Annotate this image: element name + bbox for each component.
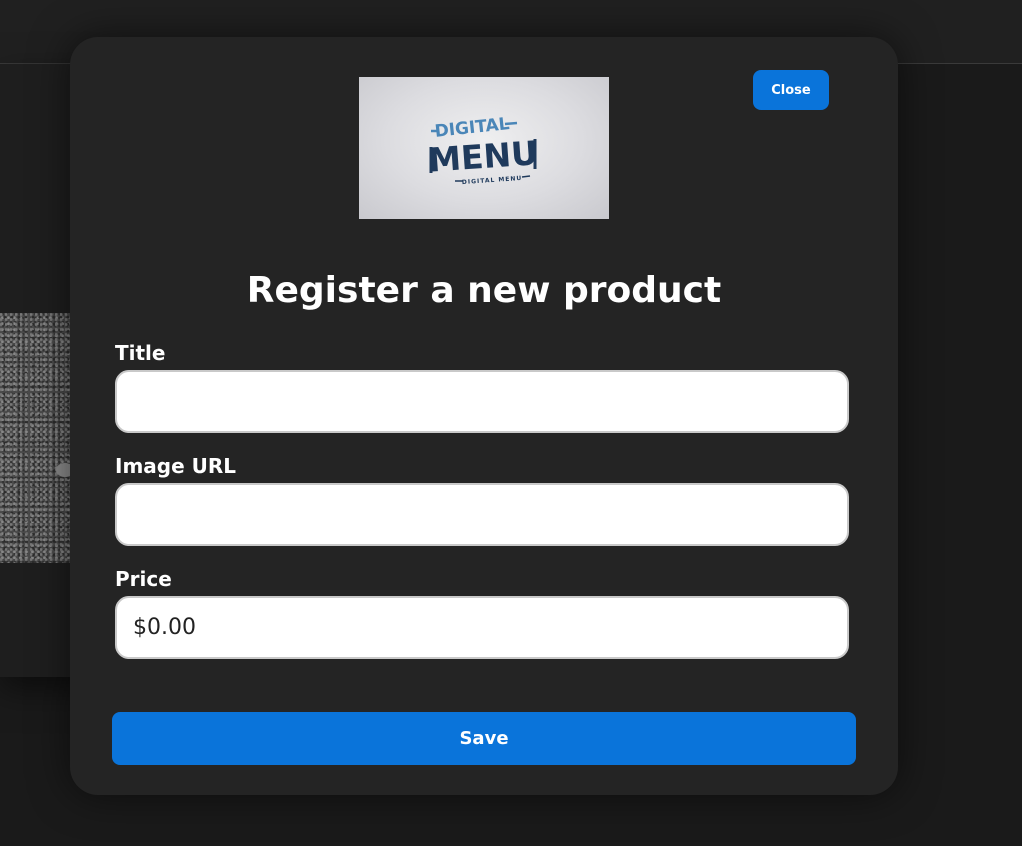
register-product-modal: DIGITAL MENU DIGITAL MENU Close Register… <box>70 37 898 795</box>
logo-word-menu: MENU <box>427 133 539 180</box>
price-label: Price <box>115 567 172 591</box>
modal-title: Register a new product <box>246 270 722 311</box>
image-url-input[interactable] <box>115 483 849 546</box>
logo-graphic: DIGITAL MENU DIGITAL MENU <box>427 114 539 186</box>
logo-tagline-dash-right <box>521 175 531 178</box>
close-button[interactable]: Close <box>753 70 829 110</box>
title-label: Title <box>115 341 166 365</box>
logo-dash-right <box>504 121 518 126</box>
title-input[interactable] <box>115 370 849 433</box>
price-input[interactable] <box>115 596 849 659</box>
save-button[interactable]: Save <box>112 712 856 765</box>
image-url-label: Image URL <box>115 454 237 478</box>
digital-menu-logo: DIGITAL MENU DIGITAL MENU <box>359 77 609 219</box>
